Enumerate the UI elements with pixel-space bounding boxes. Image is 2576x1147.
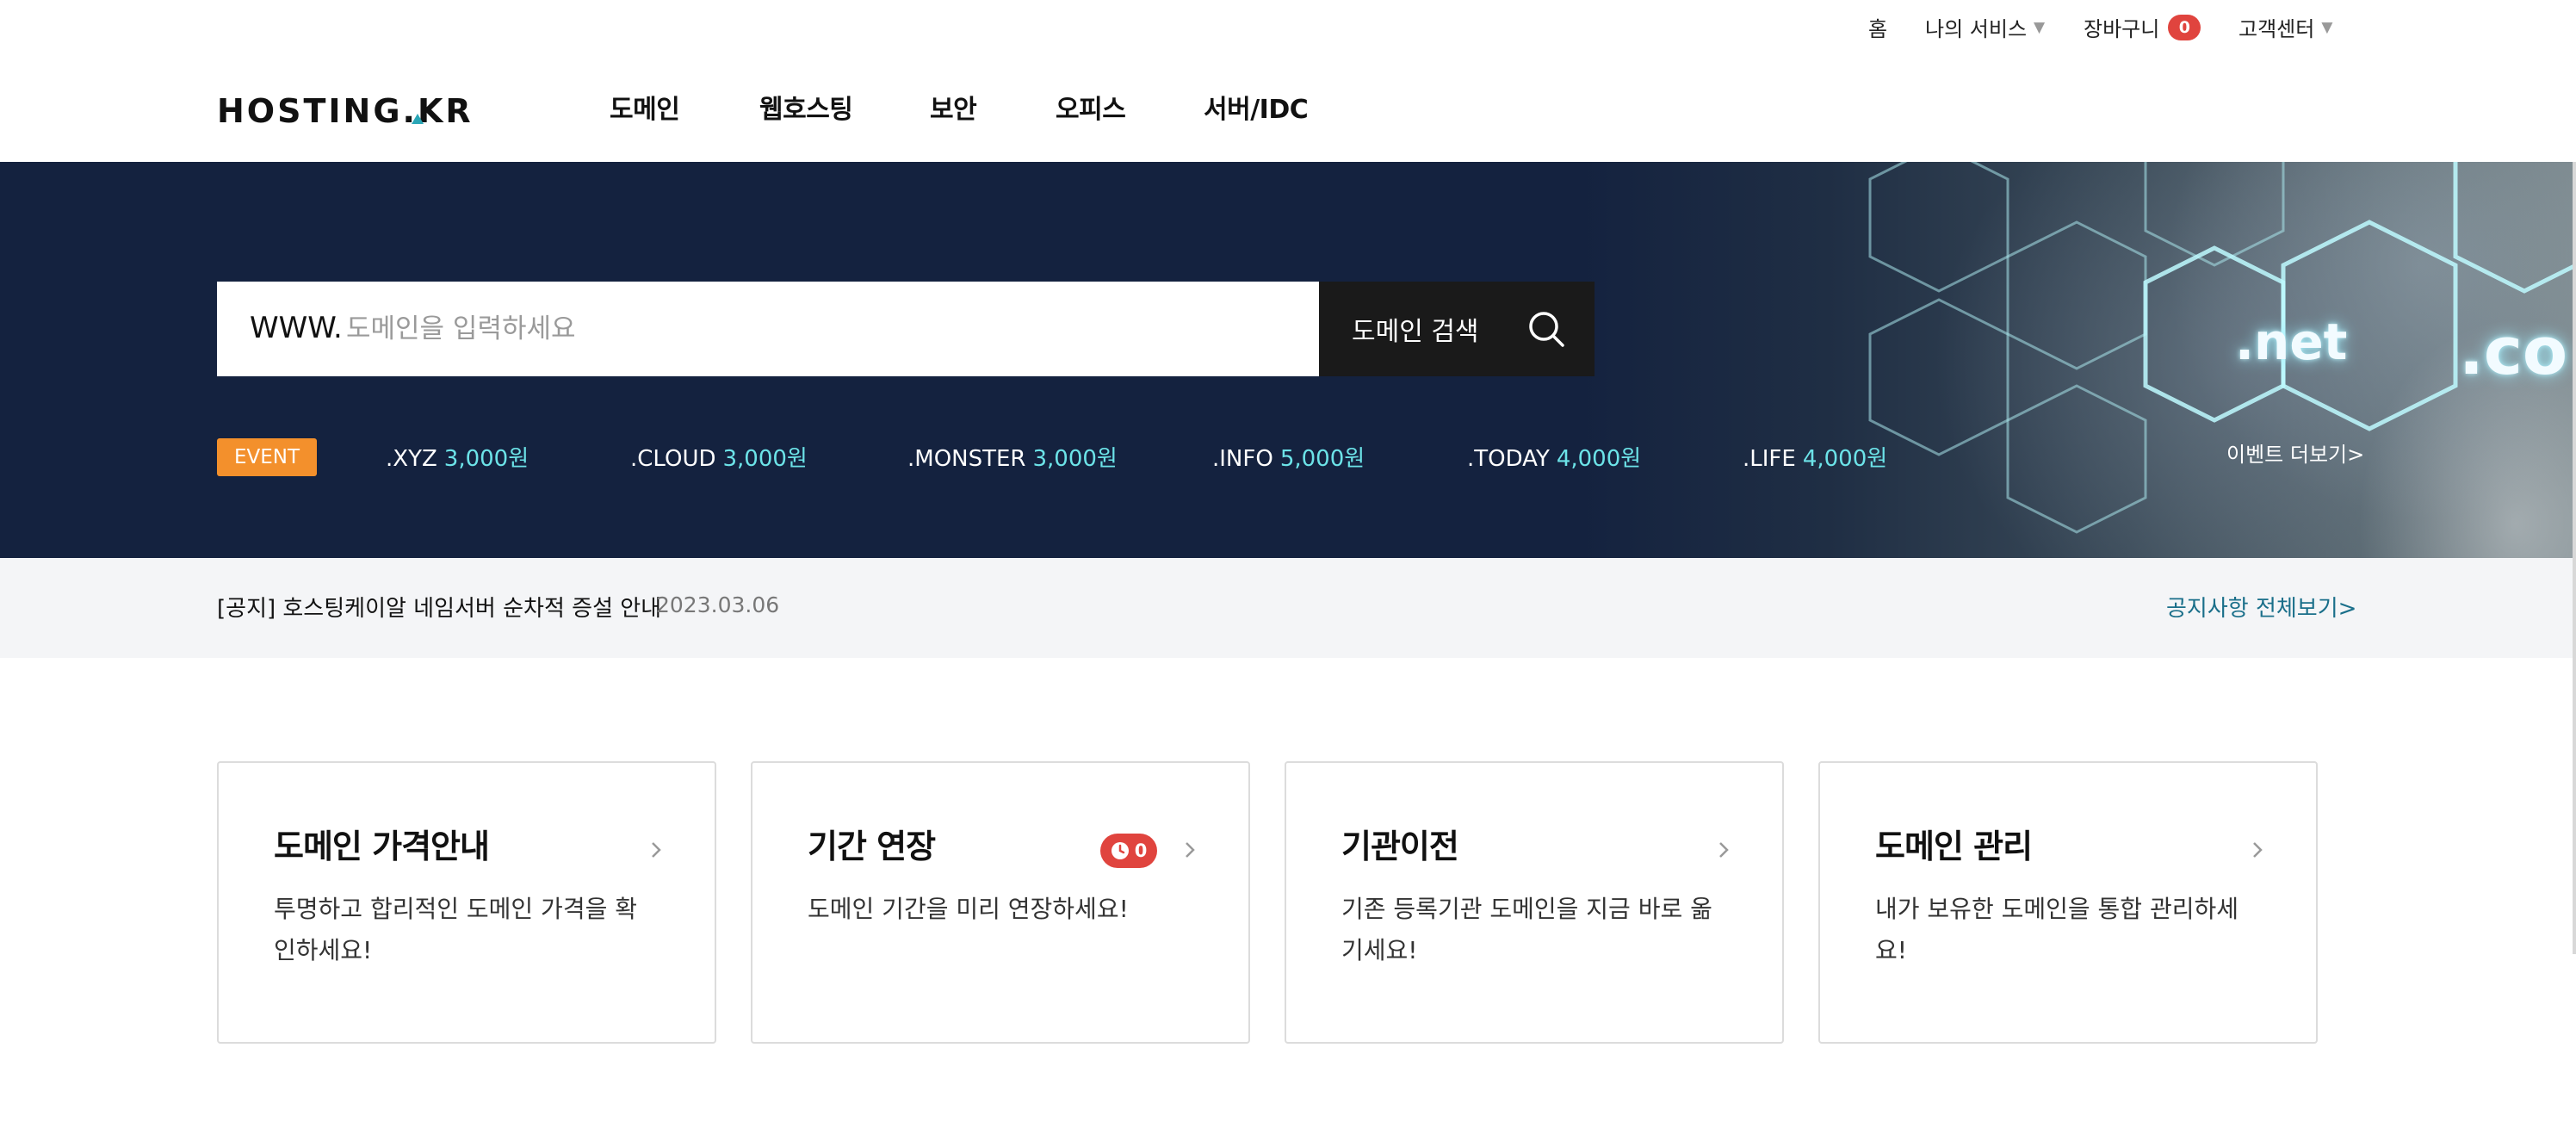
chevron-right-icon xyxy=(1719,842,1729,858)
card-domain-management[interactable]: 도메인 관리 내가 보유한 도메인을 통합 관리하세요! xyxy=(1818,761,2318,1044)
nav-security[interactable]: 보안 xyxy=(930,88,977,126)
chevron-right-icon xyxy=(652,842,661,858)
event-tld: .MONSTER xyxy=(907,446,1026,472)
chevron-right-icon xyxy=(2253,842,2263,858)
site-logo[interactable]: HOSTING.KR xyxy=(217,91,475,130)
card-description: 기존 등록기관 도메인을 지금 바로 옮기세요! xyxy=(1341,895,1712,964)
hosting-kr-logo-icon: HOSTING.KR xyxy=(217,92,474,130)
caret-down-icon: ▼ xyxy=(2034,18,2046,36)
logo-text: HOSTING.KR xyxy=(217,92,474,129)
search-button-label: 도메인 검색 xyxy=(1352,317,1479,347)
card-description: 내가 보유한 도메인을 통합 관리하세요! xyxy=(1875,895,2239,964)
card-title: 도메인 관리 xyxy=(1875,828,2033,865)
notice-bar: [공지] 호스팅케이알 네임서버 순차적 증설 안내 2023.03.06 공지… xyxy=(0,558,2576,658)
hero-background-image xyxy=(1577,162,2576,558)
event-tld: .TODAY xyxy=(1467,446,1550,472)
card-title: 도메인 가격안내 xyxy=(274,828,490,865)
event-price: 4,000원 xyxy=(1802,446,1888,472)
domain-search-box: WWW. xyxy=(217,282,1319,376)
event-price: 3,000원 xyxy=(1032,446,1118,472)
nav-server-idc[interactable]: 서버/IDC xyxy=(1204,88,1309,126)
my-services-menu[interactable]: 나의 서비스 ▼ xyxy=(1925,12,2045,42)
chevron-right-icon xyxy=(1186,842,1195,858)
renewal-count-badge: 0 xyxy=(1100,834,1157,868)
search-icon xyxy=(1529,312,1564,347)
event-price: 3,000원 xyxy=(722,446,808,472)
event-item-monster[interactable]: .MONSTER 3,000원 xyxy=(907,441,1118,473)
search-prefix: WWW. xyxy=(250,311,343,345)
renewal-count: 0 xyxy=(1134,840,1148,861)
caret-down-icon: ▼ xyxy=(2321,18,2333,36)
card-transfer[interactable]: 기관이전 기존 등록기관 도메인을 지금 바로 옮기세요! xyxy=(1285,761,1784,1044)
card-description: 투명하고 합리적인 도메인 가격을 확인하세요! xyxy=(274,895,638,964)
event-item-info[interactable]: .INFO 5,000원 xyxy=(1212,441,1365,473)
event-price: 3,000원 xyxy=(443,446,529,472)
event-item-cloud[interactable]: .CLOUD 3,000원 xyxy=(630,441,808,473)
event-item-xyz[interactable]: .XYZ 3,000원 xyxy=(386,441,529,473)
hero-image-co-text: .co xyxy=(2459,313,2568,389)
page-scrollbar[interactable] xyxy=(2573,162,2576,954)
event-item-today[interactable]: .TODAY 4,000원 xyxy=(1467,441,1641,473)
clock-icon xyxy=(1111,842,1129,859)
card-renewal[interactable]: 기간 연장 도메인 기간을 미리 연장하세요! 0 xyxy=(751,761,1250,1044)
event-more-link[interactable]: 이벤트 더보기> xyxy=(2226,437,2364,468)
domain-search-button[interactable]: 도메인 검색 xyxy=(1319,282,1595,376)
card-title: 기관이전 xyxy=(1341,828,1459,865)
hexagon-pattern-icon xyxy=(1868,162,2576,534)
my-services-label: 나의 서비스 xyxy=(1925,17,2028,41)
event-tld: .INFO xyxy=(1212,446,1273,472)
nav-domain[interactable]: 도메인 xyxy=(610,88,680,126)
notice-date: 2023.03.06 xyxy=(656,592,780,617)
notice-view-all-link[interactable]: 공지사항 전체보기> xyxy=(2166,591,2356,623)
nav-webhosting[interactable]: 웹호스팅 xyxy=(759,88,853,126)
event-tld: .CLOUD xyxy=(630,446,716,472)
card-description: 도메인 기간을 미리 연장하세요! xyxy=(808,895,1129,923)
home-link[interactable]: 홈 xyxy=(1868,12,1887,42)
event-item-life[interactable]: .LIFE 4,000원 xyxy=(1743,441,1887,473)
event-price: 4,000원 xyxy=(1556,446,1642,472)
hero-image-net-text: .net xyxy=(2235,313,2348,371)
event-price: 5,000원 xyxy=(1279,446,1365,472)
event-badge: EVENT xyxy=(217,438,317,476)
domain-search-input[interactable] xyxy=(346,301,1293,357)
cart-count-badge: 0 xyxy=(2168,14,2201,40)
event-tld: .LIFE xyxy=(1743,446,1796,472)
nav-office[interactable]: 오피스 xyxy=(1056,88,1126,126)
support-menu[interactable]: 고객센터 ▼ xyxy=(2239,12,2332,42)
notice-title-link[interactable]: [공지] 호스팅케이알 네임서버 순차적 증설 안내 xyxy=(217,591,661,623)
utility-bar: 홈 나의 서비스 ▼ 장바구니 0 고객센터 ▼ xyxy=(0,0,2576,52)
card-title: 기간 연장 xyxy=(808,828,936,865)
event-tld: .XYZ xyxy=(386,446,437,472)
support-label: 고객센터 xyxy=(2239,17,2315,41)
card-domain-pricing[interactable]: 도메인 가격안내 투명하고 합리적인 도메인 가격을 확인하세요! xyxy=(217,761,716,1044)
cart-link[interactable]: 장바구니 0 xyxy=(2084,12,2201,42)
cart-label: 장바구니 xyxy=(2084,17,2160,41)
